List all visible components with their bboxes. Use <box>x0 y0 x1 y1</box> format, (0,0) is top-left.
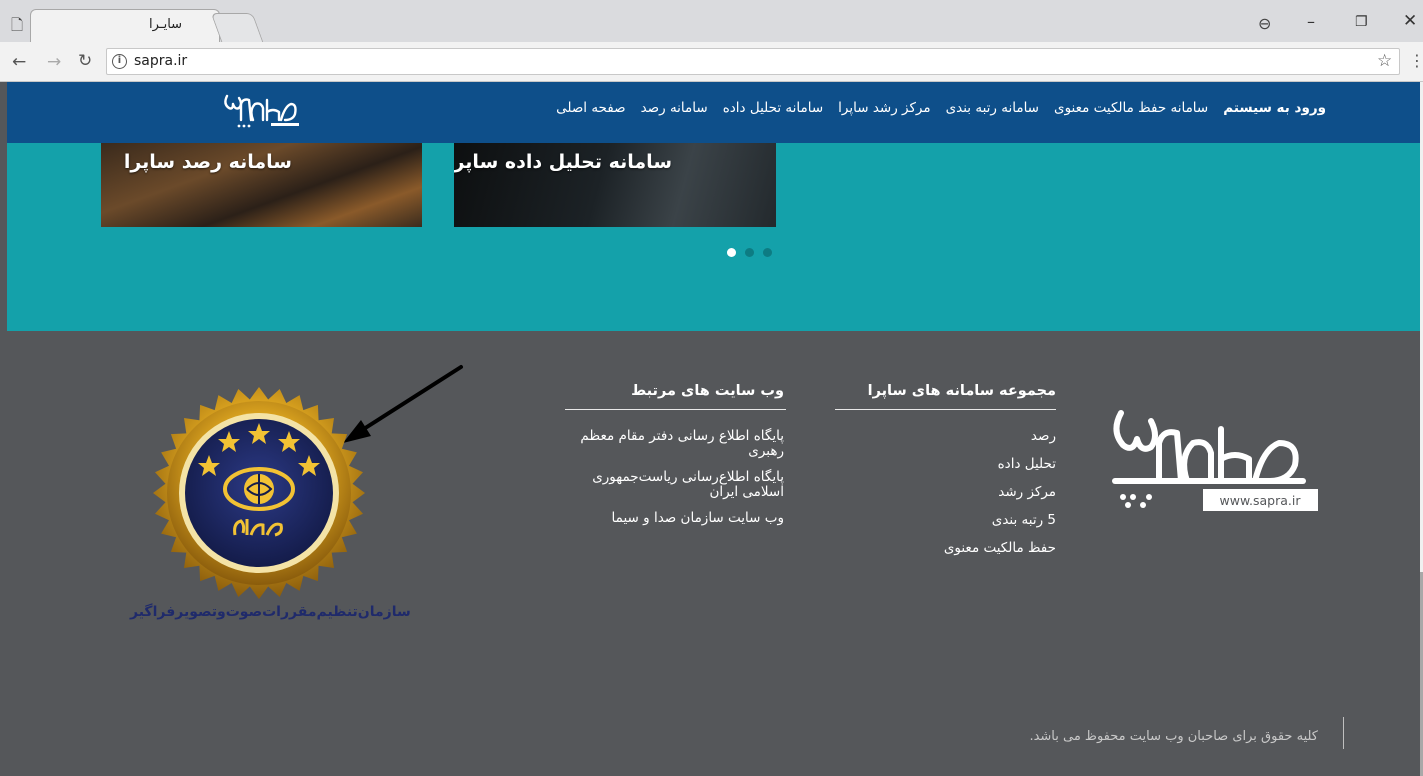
back-arrow-icon[interactable]: ← <box>12 52 26 72</box>
reload-icon[interactable]: ↻ <box>78 51 92 71</box>
system-link[interactable]: رصد <box>944 428 1056 444</box>
page-icon: 🗋 <box>10 15 24 34</box>
url-text[interactable]: sapra.ir <box>134 53 187 69</box>
system-link[interactable]: حفظ مالکیت معنوی <box>944 540 1056 556</box>
nav-home[interactable]: صفحه اصلی <box>556 100 625 116</box>
nav-growth-center[interactable]: مرکز رشد ساپرا <box>838 100 930 116</box>
slider-dot[interactable] <box>727 248 736 257</box>
related-site-link[interactable]: پایگاه اطلاع‌رسانی ریاست‌جمهوری اسلامی ا… <box>554 470 784 500</box>
systems-list: رصد تحلیل داده مرکز رشد 5 رتبه بندی حفظ … <box>944 428 1056 568</box>
info-icon[interactable]: i <box>112 54 127 69</box>
footer-logo[interactable]: www.sapra.ir <box>1103 401 1328 526</box>
system-link[interactable]: 5 رتبه بندی <box>944 512 1056 528</box>
browser-tab-bar: 🗋 سایـرا ✕ ⊖ – ❐ ✕ <box>0 0 1423 42</box>
forward-arrow-icon[interactable]: → <box>47 52 61 72</box>
nav-ranking[interactable]: سامانه رتبه بندی <box>946 100 1039 116</box>
login-link[interactable]: ورود به سیستم <box>1223 100 1326 116</box>
slider-pagination <box>727 248 772 257</box>
systems-heading: مجموعه سامانه های ساپرا <box>867 383 1056 399</box>
site-header: صفحه اصلی سامانه رصد سامانه تحلیل داده م… <box>7 82 1420 143</box>
browser-tab[interactable]: سایـرا ✕ <box>30 9 241 42</box>
regulator-badge[interactable] <box>151 385 367 601</box>
related-sites-list: پایگاه اطلاع رسانی دفتر مقام معظم رهبری … <box>554 429 784 537</box>
slide-card-title: سامانه تحلیل داده ساپرا <box>454 151 672 173</box>
nav-monitoring[interactable]: سامانه رصد <box>641 100 708 116</box>
slide-card-title: سامانه رصد ساپرا <box>123 151 292 173</box>
kebab-menu-icon[interactable]: ⋮ <box>1409 51 1423 70</box>
close-window-button[interactable]: ✕ <box>1403 11 1417 31</box>
site-logo[interactable] <box>219 90 301 132</box>
site-footer: سازمان‌تنظیم‌مقررات‌صوت‌وتصویر‌فراگیر وب… <box>7 331 1420 776</box>
badge-caption: سازمان‌تنظیم‌مقررات‌صوت‌وتصویر‌فراگیر <box>130 604 411 620</box>
system-link[interactable]: تحلیل داده <box>944 456 1056 472</box>
browser-toolbar: ← → ↻ i sapra.ir ☆ ⋮ <box>0 42 1423 82</box>
address-bar[interactable]: i sapra.ir ☆ <box>106 48 1400 75</box>
bookmark-star-icon[interactable]: ☆ <box>1377 51 1392 71</box>
main-navigation: صفحه اصلی سامانه رصد سامانه تحلیل داده م… <box>556 100 1326 116</box>
divider <box>1343 717 1344 749</box>
system-link[interactable]: مرکز رشد <box>944 484 1056 500</box>
tab-title: سایـرا <box>149 17 183 32</box>
maximize-button[interactable]: ❐ <box>1355 14 1368 30</box>
footer-logo-url: www.sapra.ir <box>1220 493 1302 508</box>
divider <box>835 409 1056 410</box>
minimize-button[interactable]: – <box>1307 12 1315 31</box>
slider-dot[interactable] <box>745 248 754 257</box>
related-sites-heading: وب سایت های مرتبط <box>631 383 784 399</box>
copyright-text: کلیه حقوق برای صاحبان وب سایت محفوظ می ب… <box>1029 729 1318 744</box>
related-site-link[interactable]: وب سایت سازمان صدا و سیما <box>554 511 784 526</box>
profile-icon[interactable]: ⊖ <box>1258 14 1271 33</box>
divider <box>565 409 786 410</box>
related-site-link[interactable]: پایگاه اطلاع رسانی دفتر مقام معظم رهبری <box>554 429 784 459</box>
nav-data-analysis[interactable]: سامانه تحلیل داده <box>723 100 823 116</box>
slide-card-data-analysis[interactable]: سامانه تحلیل داده ساپرا <box>454 143 776 227</box>
nav-ip-protection[interactable]: سامانه حفظ مالکیت معنوی <box>1054 100 1208 116</box>
slider-dot[interactable] <box>763 248 772 257</box>
slider-section: سامانه رصد ساپرا سامانه تحلیل داده ساپرا <box>7 143 1420 331</box>
slide-card-monitoring[interactable]: سامانه رصد ساپرا <box>101 143 422 227</box>
